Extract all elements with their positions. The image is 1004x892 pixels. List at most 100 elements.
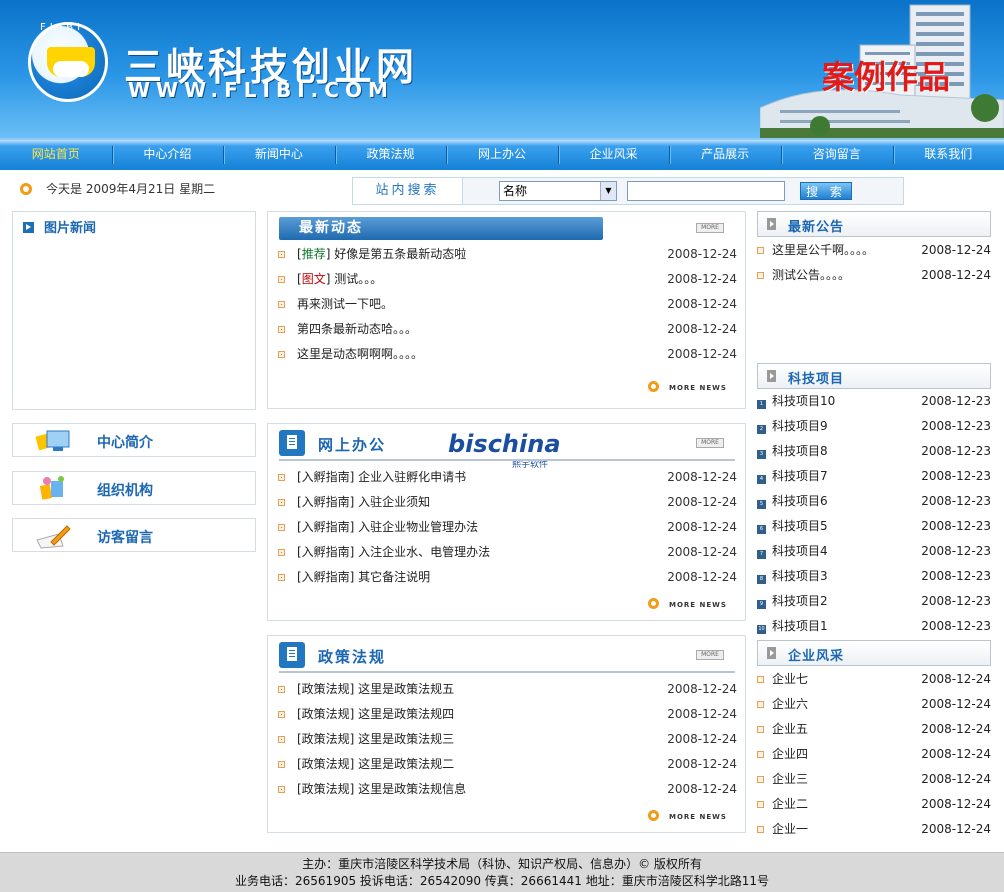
side-link-guestbook[interactable]: 访客留言 xyxy=(12,518,256,552)
news-item[interactable]: 第四条最新动态哈。。。 2008-12-24 xyxy=(278,317,737,342)
policy-item-title[interactable]: [政策法规] 这里是政策法规五 xyxy=(297,682,454,696)
news-title[interactable]: 再来测试一下吧。 xyxy=(297,297,393,311)
office-item[interactable]: [入孵指南] 企业入驻孵化申请书 2008-12-24 xyxy=(278,465,737,490)
circle-bullet-icon xyxy=(648,598,659,609)
policy-item-date: 2008-12-24 xyxy=(667,682,737,696)
nav-item-home[interactable]: 网站首页 xyxy=(0,140,112,170)
office-item-title[interactable]: [入孵指南] 入驻企业须知 xyxy=(297,495,430,509)
project-item[interactable]: 9 科技项目2 2008-12-23 xyxy=(757,589,991,614)
news-item[interactable]: [推荐] 好像是第五条最新动态啦 2008-12-24 xyxy=(278,242,737,267)
side-link-organization[interactable]: 组织机构 xyxy=(12,471,256,505)
office-item-title[interactable]: [入孵指南] 入驻企业物业管理办法 xyxy=(297,520,478,534)
side-link-label: 访客留言 xyxy=(97,530,153,546)
more-news-link[interactable]: MORE NEWS xyxy=(648,381,727,392)
policy-item-title[interactable]: [政策法规] 这里是政策法规四 xyxy=(297,707,454,721)
policy-item[interactable]: [政策法规] 这里是政策法规二 2008-12-24 xyxy=(278,752,737,777)
number-badge-icon: 2 xyxy=(757,425,766,434)
office-item-title[interactable]: [入孵指南] 企业入驻孵化申请书 xyxy=(297,470,466,484)
project-item[interactable]: 6 科技项目5 2008-12-23 xyxy=(757,514,991,539)
enterprise-title[interactable]: 企业六 xyxy=(772,697,808,711)
bullet-icon xyxy=(757,826,764,833)
news-title[interactable]: 好像是第五条最新动态啦 xyxy=(334,247,466,261)
policy-item-title[interactable]: [政策法规] 这里是政策法规二 xyxy=(297,757,454,771)
office-item[interactable]: [入孵指南] 入驻企业物业管理办法 2008-12-24 xyxy=(278,515,737,540)
project-title[interactable]: 科技项目9 xyxy=(772,419,828,433)
search-button[interactable]: 搜 索 xyxy=(800,182,852,200)
project-item[interactable]: 10 科技项目1 2008-12-23 xyxy=(757,614,991,639)
enterprise-title[interactable]: 企业三 xyxy=(772,772,808,786)
project-title[interactable]: 科技项目2 xyxy=(772,594,828,608)
news-title[interactable]: 测试。。。 xyxy=(334,272,382,286)
news-item[interactable]: [图文] 测试。。。 2008-12-24 xyxy=(278,267,737,292)
announcement-title[interactable]: 这里是公千啊。。。。 xyxy=(772,243,874,257)
enterprise-title[interactable]: 企业七 xyxy=(772,672,808,686)
project-item[interactable]: 2 科技项目9 2008-12-23 xyxy=(757,414,991,439)
search-field-select[interactable]: 名称 ▼ xyxy=(499,181,617,201)
project-title[interactable]: 科技项目1 xyxy=(772,619,828,633)
project-title[interactable]: 科技项目4 xyxy=(772,544,828,558)
enterprise-item[interactable]: 企业三 2008-12-24 xyxy=(757,767,991,792)
news-item[interactable]: 这里是动态啊啊啊。。。。 2008-12-24 xyxy=(278,342,737,367)
office-item-title[interactable]: [入孵指南] 入注企业水、电管理办法 xyxy=(297,545,490,559)
enterprise-item[interactable]: 企业一 2008-12-24 xyxy=(757,817,991,842)
nav-item-office[interactable]: 网上办公 xyxy=(446,140,558,170)
more-button[interactable]: MORE xyxy=(696,438,724,448)
site-logo[interactable] xyxy=(28,22,108,102)
project-item[interactable]: 3 科技项目8 2008-12-23 xyxy=(757,439,991,464)
nav-item-contact[interactable]: 联系我们 xyxy=(892,140,1004,170)
news-date: 2008-12-24 xyxy=(667,322,737,336)
enterprise-title[interactable]: 企业五 xyxy=(772,722,808,736)
nav-item-center-intro[interactable]: 中心介绍 xyxy=(111,140,224,170)
announcement-title[interactable]: 测试公告。。。。 xyxy=(772,268,850,282)
policy-item[interactable]: [政策法规] 这里是政策法规三 2008-12-24 xyxy=(278,727,737,752)
circle-bullet-icon xyxy=(648,810,659,821)
more-button[interactable]: MORE xyxy=(696,650,724,660)
enterprise-title[interactable]: 企业二 xyxy=(772,797,808,811)
enterprise-item[interactable]: 企业六 2008-12-24 xyxy=(757,692,991,717)
office-item[interactable]: [入孵指南] 入注企业水、电管理办法 2008-12-24 xyxy=(278,540,737,565)
more-news-link[interactable]: MORE NEWS xyxy=(648,598,727,609)
logo-ring-text: FLIBI xyxy=(40,22,85,33)
project-item[interactable]: 7 科技项目4 2008-12-23 xyxy=(757,539,991,564)
enterprise-item[interactable]: 企业四 2008-12-24 xyxy=(757,742,991,767)
project-item[interactable]: 1 科技项目10 2008-12-23 xyxy=(757,389,991,414)
project-item[interactable]: 5 科技项目6 2008-12-23 xyxy=(757,489,991,514)
enterprise-item[interactable]: 企业七 2008-12-24 xyxy=(757,667,991,692)
project-title[interactable]: 科技项目8 xyxy=(772,444,828,458)
policy-item[interactable]: [政策法规] 这里是政策法规信息 2008-12-24 xyxy=(278,777,737,802)
nav-item-news[interactable]: 新闻中心 xyxy=(223,140,335,170)
project-title[interactable]: 科技项目6 xyxy=(772,494,828,508)
project-item[interactable]: 4 科技项目7 2008-12-23 xyxy=(757,464,991,489)
office-item[interactable]: [入孵指南] 其它备注说明 2008-12-24 xyxy=(278,565,737,590)
news-title[interactable]: 这里是动态啊啊啊。。。。 xyxy=(297,347,423,361)
project-title[interactable]: 科技项目7 xyxy=(772,469,828,483)
office-item[interactable]: [入孵指南] 入驻企业须知 2008-12-24 xyxy=(278,490,737,515)
nav-item-products[interactable]: 产品展示 xyxy=(669,140,781,170)
policy-item-title[interactable]: [政策法规] 这里是政策法规三 xyxy=(297,732,454,746)
project-title[interactable]: 科技项目3 xyxy=(772,569,828,583)
enterprise-title[interactable]: 企业一 xyxy=(772,822,808,836)
side-link-center-intro[interactable]: 中心简介 xyxy=(12,423,256,457)
announcements-title: 最新公告 xyxy=(788,220,845,235)
enterprise-title[interactable]: 企业四 xyxy=(772,747,808,761)
announcement-item[interactable]: 这里是公千啊。。。。 2008-12-24 xyxy=(757,238,991,263)
nav-item-consult[interactable]: 咨询留言 xyxy=(780,140,893,170)
policy-item-title[interactable]: [政策法规] 这里是政策法规信息 xyxy=(297,782,466,796)
news-title[interactable]: 第四条最新动态哈。。。 xyxy=(297,322,417,336)
office-item-title[interactable]: [入孵指南] 其它备注说明 xyxy=(297,570,430,584)
more-news-link[interactable]: MORE NEWS xyxy=(648,810,727,821)
announcement-item[interactable]: 测试公告。。。。 2008-12-24 xyxy=(757,263,991,288)
project-title[interactable]: 科技项目10 xyxy=(772,394,835,408)
news-item[interactable]: 再来测试一下吧。 2008-12-24 xyxy=(278,292,737,317)
enterprise-item[interactable]: 企业二 2008-12-24 xyxy=(757,792,991,817)
more-button[interactable]: MORE xyxy=(696,223,724,233)
nav-item-enterprise[interactable]: 企业风采 xyxy=(557,140,670,170)
project-title[interactable]: 科技项目5 xyxy=(772,519,828,533)
chevron-down-icon[interactable]: ▼ xyxy=(600,182,616,200)
enterprise-item[interactable]: 企业五 2008-12-24 xyxy=(757,717,991,742)
project-item[interactable]: 8 科技项目3 2008-12-23 xyxy=(757,564,991,589)
policy-item[interactable]: [政策法规] 这里是政策法规五 2008-12-24 xyxy=(278,677,737,702)
nav-item-policy[interactable]: 政策法规 xyxy=(334,140,447,170)
search-input[interactable] xyxy=(627,181,785,201)
policy-item[interactable]: [政策法规] 这里是政策法规四 2008-12-24 xyxy=(278,702,737,727)
